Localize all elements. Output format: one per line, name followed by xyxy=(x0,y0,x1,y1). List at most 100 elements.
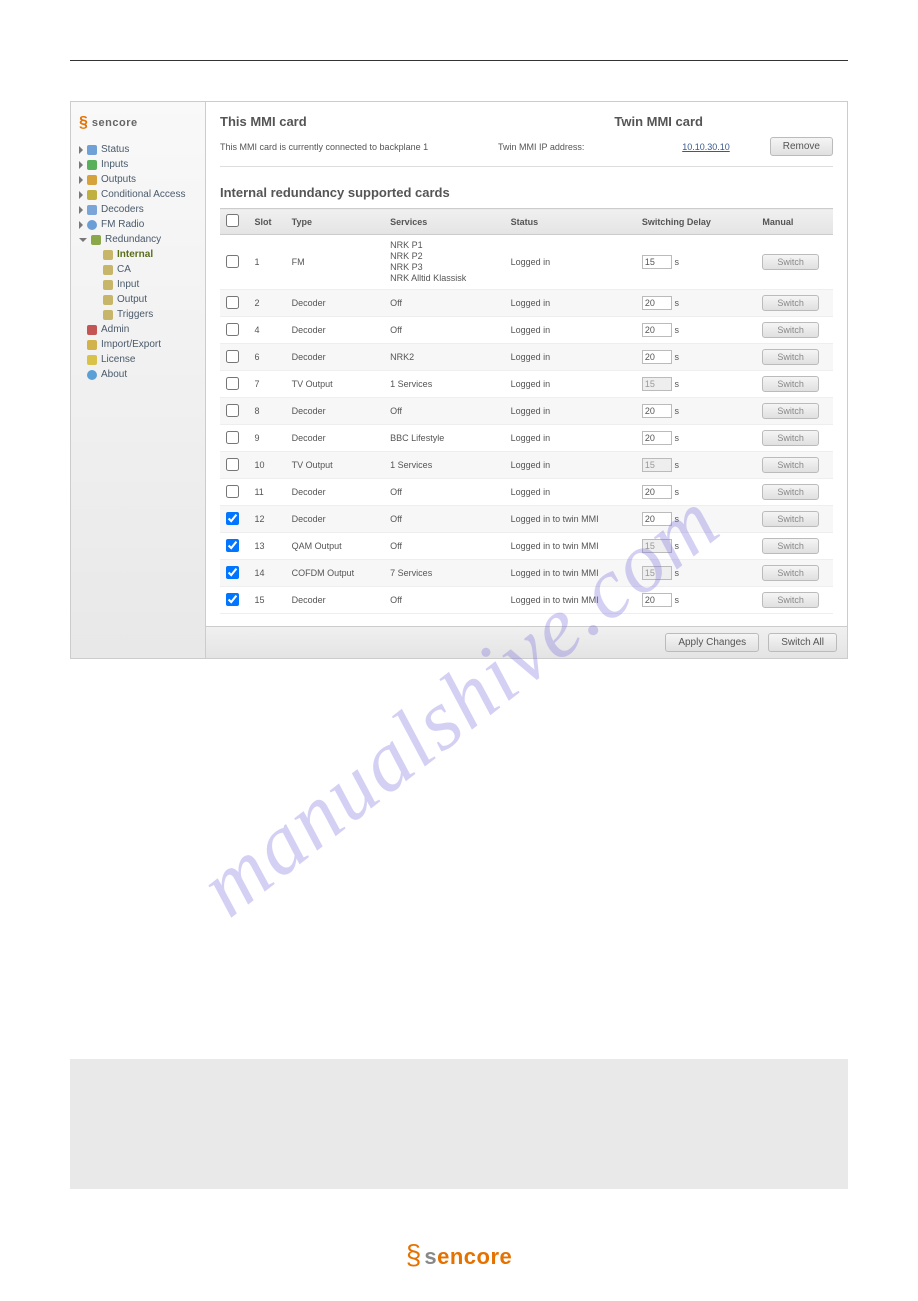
delay-unit: s xyxy=(674,352,679,362)
row-checkbox[interactable] xyxy=(226,404,239,417)
cell-services: Off xyxy=(384,479,504,506)
chevron-right-icon xyxy=(79,221,83,229)
sidebar-item-triggers[interactable]: Triggers xyxy=(77,307,199,322)
cell-slot: 15 xyxy=(248,587,285,614)
row-checkbox[interactable] xyxy=(226,458,239,471)
cell-services: NRK2 xyxy=(384,344,504,371)
row-checkbox[interactable] xyxy=(226,377,239,390)
table-row: 14COFDM Output7 ServicesLogged in to twi… xyxy=(220,560,833,587)
row-checkbox[interactable] xyxy=(226,593,239,606)
cell-services: NRK P1NRK P2NRK P3NRK Alltid Klassisk xyxy=(384,235,504,290)
cell-services: 1 Services xyxy=(384,371,504,398)
sidebar-item-status[interactable]: Status xyxy=(77,142,199,157)
delay-unit: s xyxy=(674,568,679,578)
row-checkbox[interactable] xyxy=(226,431,239,444)
ic-inputs-icon xyxy=(87,160,97,170)
cell-type: Decoder xyxy=(286,344,385,371)
table-row: 12DecoderOffLogged in to twin MMI sSwitc… xyxy=(220,506,833,533)
brand-logo: § sencore xyxy=(79,114,195,132)
switch-button[interactable]: Switch xyxy=(762,484,819,500)
ic-fm-icon xyxy=(87,220,97,230)
switch-button[interactable]: Switch xyxy=(762,565,819,581)
col-services: Services xyxy=(384,209,504,235)
row-checkbox[interactable] xyxy=(226,566,239,579)
row-checkbox[interactable] xyxy=(226,485,239,498)
sidebar-item-label: License xyxy=(101,354,135,365)
switch-button[interactable]: Switch xyxy=(762,349,819,365)
sidebar-item-fm-radio[interactable]: FM Radio xyxy=(77,217,199,232)
cell-type: COFDM Output xyxy=(286,560,385,587)
cell-status: Logged in xyxy=(505,452,636,479)
cell-services: Off xyxy=(384,533,504,560)
cell-services: BBC Lifestyle xyxy=(384,425,504,452)
sidebar-item-about[interactable]: About xyxy=(77,367,199,382)
cell-type: Decoder xyxy=(286,398,385,425)
row-checkbox[interactable] xyxy=(226,296,239,309)
chevron-right-icon xyxy=(79,161,83,169)
delay-input[interactable] xyxy=(642,512,672,526)
table-row: 1FMNRK P1NRK P2NRK P3NRK Alltid Klassisk… xyxy=(220,235,833,290)
cell-slot: 6 xyxy=(248,344,285,371)
twin-ip-link[interactable]: 10.10.30.10 xyxy=(682,142,730,152)
sidebar-item-output[interactable]: Output xyxy=(77,292,199,307)
row-checkbox[interactable] xyxy=(226,539,239,552)
sidebar-item-outputs[interactable]: Outputs xyxy=(77,172,199,187)
sidebar-item-input[interactable]: Input xyxy=(77,277,199,292)
sidebar-item-inputs[interactable]: Inputs xyxy=(77,157,199,172)
delay-input[interactable] xyxy=(642,404,672,418)
ic-folder-icon xyxy=(103,250,113,260)
switch-button[interactable]: Switch xyxy=(762,254,819,270)
sidebar-item-conditional-access[interactable]: Conditional Access xyxy=(77,187,199,202)
switch-all-button[interactable]: Switch All xyxy=(768,633,837,652)
select-all-checkbox[interactable] xyxy=(226,214,239,227)
sidebar-item-internal[interactable]: Internal xyxy=(77,247,199,262)
sidebar-item-admin[interactable]: Admin xyxy=(77,322,199,337)
switch-button[interactable]: Switch xyxy=(762,538,819,554)
sidebar-item-label: Output xyxy=(117,294,147,305)
sidebar-item-import-export[interactable]: Import/Export xyxy=(77,337,199,352)
delay-input[interactable] xyxy=(642,296,672,310)
cell-delay: s xyxy=(636,452,756,479)
cell-services: 7 Services xyxy=(384,560,504,587)
footer-logo: § sencore xyxy=(70,1239,848,1271)
switch-button[interactable]: Switch xyxy=(762,403,819,419)
cell-slot: 10 xyxy=(248,452,285,479)
row-checkbox[interactable] xyxy=(226,323,239,336)
sidebar-item-label: About xyxy=(101,369,127,380)
cell-type: QAM Output xyxy=(286,533,385,560)
row-checkbox[interactable] xyxy=(226,350,239,363)
delay-input[interactable] xyxy=(642,323,672,337)
cell-status: Logged in to twin MMI xyxy=(505,560,636,587)
delay-input[interactable] xyxy=(642,485,672,499)
cell-services: Off xyxy=(384,290,504,317)
delay-input[interactable] xyxy=(642,431,672,445)
remove-button[interactable]: Remove xyxy=(770,137,833,156)
row-checkbox[interactable] xyxy=(226,255,239,268)
switch-button[interactable]: Switch xyxy=(762,322,819,338)
switch-button[interactable]: Switch xyxy=(762,511,819,527)
sidebar-item-license[interactable]: License xyxy=(77,352,199,367)
action-bar: Apply Changes Switch All xyxy=(206,626,847,658)
cell-status: Logged in to twin MMI xyxy=(505,533,636,560)
delay-input[interactable] xyxy=(642,255,672,269)
sidebar-item-label: Conditional Access xyxy=(101,189,186,200)
cell-slot: 12 xyxy=(248,506,285,533)
switch-button[interactable]: Switch xyxy=(762,592,819,608)
switch-button[interactable]: Switch xyxy=(762,376,819,392)
delay-input[interactable] xyxy=(642,350,672,364)
delay-input[interactable] xyxy=(642,593,672,607)
switch-button[interactable]: Switch xyxy=(762,457,819,473)
sidebar-item-redundancy[interactable]: Redundancy xyxy=(77,232,199,247)
table-row: 10TV Output1 ServicesLogged in sSwitch xyxy=(220,452,833,479)
sidebar-item-decoders[interactable]: Decoders xyxy=(77,202,199,217)
ic-lic-icon xyxy=(87,355,97,365)
delay-input xyxy=(642,539,672,553)
switch-button[interactable]: Switch xyxy=(762,430,819,446)
ic-folder-icon xyxy=(103,310,113,320)
sidebar-item-ca[interactable]: CA xyxy=(77,262,199,277)
cell-delay: s xyxy=(636,344,756,371)
row-checkbox[interactable] xyxy=(226,512,239,525)
switch-button[interactable]: Switch xyxy=(762,295,819,311)
table-row: 2DecoderOffLogged in sSwitch xyxy=(220,290,833,317)
apply-changes-button[interactable]: Apply Changes xyxy=(665,633,759,652)
